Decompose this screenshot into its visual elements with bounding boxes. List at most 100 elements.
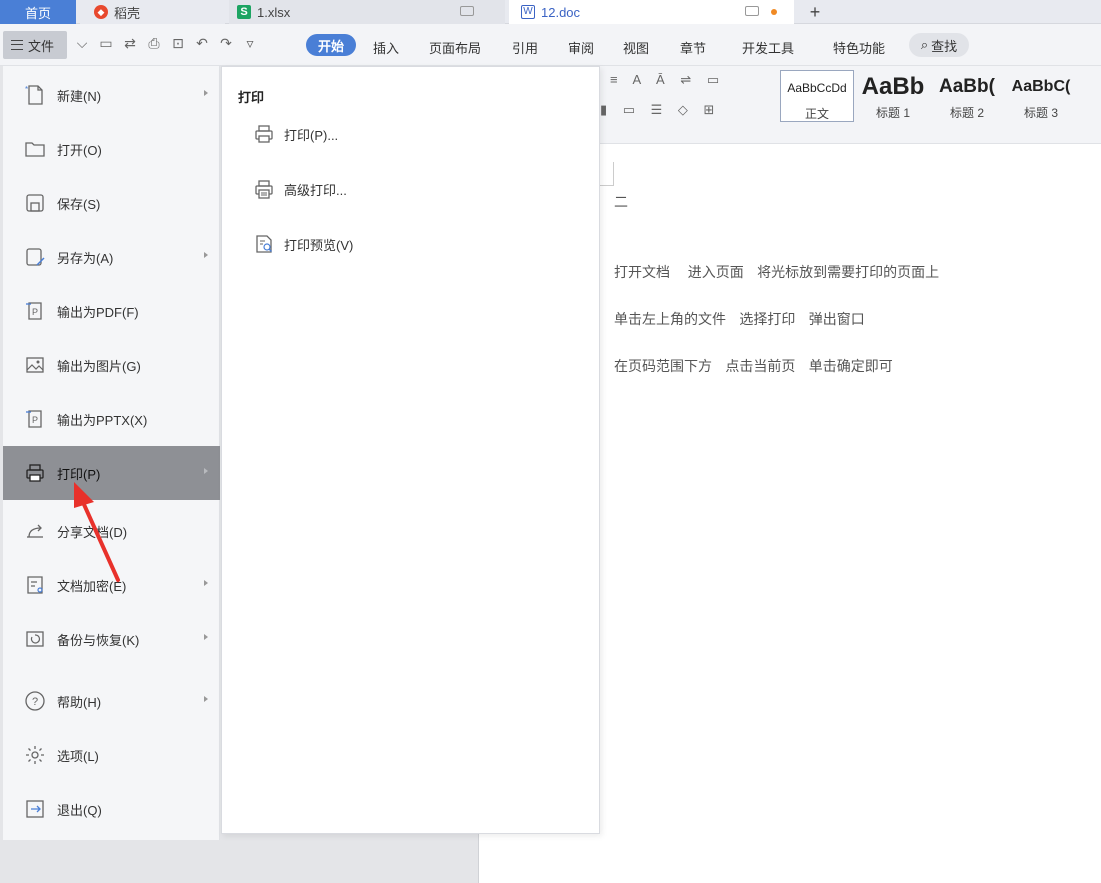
tab-doc-label: 12.doc: [541, 4, 581, 20]
chevron-right-icon: [204, 634, 208, 640]
style-normal-label: 正文: [804, 107, 829, 121]
doc-line-1: 打开文档 进入页面 将光标放到需要打印的页面上: [614, 265, 940, 281]
svg-text:P: P: [32, 415, 38, 425]
monitor-icon[interactable]: [460, 6, 474, 16]
printer-icon: [252, 122, 276, 146]
tab-sections[interactable]: 章节: [680, 38, 706, 57]
save-icon[interactable]: ▭: [98, 35, 114, 51]
redo-icon[interactable]: ↷: [218, 35, 234, 51]
menu-item-export-image[interactable]: 输出为图片(G): [3, 338, 220, 392]
search-icon: ⌕: [920, 37, 929, 52]
menu-item-label: 保存(S): [57, 196, 101, 212]
file-menu-button[interactable]: 文件: [3, 31, 67, 59]
file-menu-label: 文件: [28, 38, 55, 54]
doc-heading: 二: [614, 195, 628, 211]
help-icon: ?: [23, 689, 47, 713]
style-h1-preview: AaBb: [861, 73, 925, 100]
menu-item-label: 输出为图片(G): [57, 358, 141, 374]
gear-icon: [23, 743, 47, 767]
undo-icon[interactable]: ↶: [194, 35, 210, 51]
encrypt-icon: [23, 573, 47, 597]
tab-xlsx[interactable]: S 1.xlsx: [229, 0, 505, 24]
page-margin-marker: [600, 162, 614, 186]
tab-home[interactable]: 首页: [0, 0, 76, 24]
printer-icon: [23, 461, 47, 485]
menu-item-options[interactable]: 选项(L): [3, 728, 220, 782]
export-icon[interactable]: ⇄: [122, 35, 138, 51]
chevron-right-icon: [204, 696, 208, 702]
chevron-down-icon[interactable]: ⌵: [74, 35, 90, 51]
menu-item-label: 新建(N): [57, 88, 102, 104]
style-h3-preview: AaBbC(: [1011, 78, 1071, 95]
menu-item-label: 另存为(A): [57, 250, 114, 266]
print-submenu-title: 打印: [238, 90, 265, 105]
export-pdf-icon: P: [23, 299, 47, 323]
style-normal[interactable]: AaBbCcDd 正文: [780, 70, 854, 122]
document-tab-bar: 首页 ◆ 稻壳 S 1.xlsx W 12.doc +: [0, 0, 1101, 24]
ribbon-paragraph-styles: ≡ A Ā ⇌ ▭ ▮ ▭ ☰ ◇ ⊞ AaBbCcDd 正文 AaBb 标题 …: [596, 66, 1101, 144]
tab-start[interactable]: 开始: [306, 34, 356, 56]
paragraph-tools-row1[interactable]: ≡ A Ā ⇌ ▭: [610, 72, 725, 88]
menu-item-save-as[interactable]: 另存为(A): [3, 230, 220, 284]
export-image-icon: [23, 353, 47, 377]
chevron-right-icon: [204, 468, 208, 474]
search-button[interactable]: ⌕ 查找: [909, 33, 969, 57]
save-icon: [23, 191, 47, 215]
menu-item-backup[interactable]: 备份与恢复(K): [3, 612, 220, 666]
file-menu-panel: * 新建(N) 打开(O) 保存(S) 另存为(A) P 输出为PDF(F) 输…: [3, 66, 220, 840]
print-icon[interactable]: ⎙: [146, 35, 162, 51]
menu-item-new[interactable]: * 新建(N): [3, 68, 220, 122]
tab-page-layout[interactable]: 页面布局: [429, 38, 481, 57]
paragraph-tools-row2[interactable]: ▮ ▭ ☰ ◇ ⊞: [600, 102, 720, 118]
daoke-logo-icon: ◆: [94, 5, 108, 19]
advanced-print-button[interactable]: 高级打印...: [252, 174, 347, 204]
svg-text:?: ?: [32, 696, 38, 708]
menu-item-save[interactable]: 保存(S): [3, 176, 220, 230]
menu-item-label: 备份与恢复(K): [57, 632, 140, 648]
print-label: 打印(P)...: [284, 127, 339, 143]
tab-view[interactable]: 视图: [623, 38, 649, 57]
customize-icon[interactable]: ▿: [242, 35, 258, 51]
style-h3-label: 标题 3: [1023, 106, 1058, 120]
tab-daoke[interactable]: ◆ 稻壳: [80, 0, 225, 24]
menu-item-label: 输出为PDF(F): [57, 304, 139, 320]
print-submenu-panel: 打印 打印(P)... 高级打印... 打印预览(V): [221, 66, 600, 834]
svg-text:P: P: [32, 307, 38, 317]
hamburger-icon: [11, 40, 23, 50]
tab-insert[interactable]: 插入: [373, 38, 399, 57]
tab-developer[interactable]: 开发工具: [742, 38, 794, 57]
export-pptx-icon: P: [23, 407, 47, 431]
tab-daoke-label: 稻壳: [114, 5, 141, 21]
monitor-icon[interactable]: [745, 6, 759, 16]
menu-item-exit[interactable]: 退出(Q): [3, 782, 220, 836]
style-h1-label: 标题 1: [875, 106, 910, 120]
menu-item-label: 帮助(H): [57, 694, 102, 710]
new-tab-button[interactable]: +: [800, 0, 830, 24]
menu-item-help[interactable]: ? 帮助(H): [3, 674, 220, 728]
search-label: 查找: [931, 38, 958, 54]
tab-review[interactable]: 审阅: [568, 38, 594, 57]
menu-item-export-pptx[interactable]: P 输出为PPTX(X): [3, 392, 220, 446]
print-preview-button[interactable]: 打印预览(V): [252, 229, 353, 259]
print-button[interactable]: 打印(P)...: [252, 119, 338, 149]
menu-item-open[interactable]: 打开(O): [3, 122, 220, 176]
chevron-right-icon: [204, 90, 208, 96]
tab-home-label: 首页: [24, 5, 51, 21]
svg-text:*: *: [25, 85, 28, 94]
tab-doc[interactable]: W 12.doc: [509, 0, 794, 24]
style-heading-1[interactable]: AaBb 标题 1: [856, 70, 930, 122]
menu-item-export-pdf[interactable]: P 输出为PDF(F): [3, 284, 220, 338]
advanced-print-label: 高级打印...: [284, 182, 347, 198]
style-h2-preview: AaBb(: [939, 76, 995, 97]
style-heading-2[interactable]: AaBb( 标题 2: [930, 70, 1004, 122]
folder-icon: [23, 137, 47, 161]
tab-references[interactable]: 引用: [512, 38, 538, 57]
advanced-print-icon: [252, 177, 276, 201]
style-gallery: AaBbCcDd 正文 AaBb 标题 1 AaBb( 标题 2 AaBbC( …: [780, 70, 1100, 126]
chevron-right-icon: [204, 580, 208, 586]
style-heading-3[interactable]: AaBbC( 标题 3: [1004, 70, 1078, 122]
menu-item-label: 输出为PPTX(X): [57, 412, 148, 428]
tab-features[interactable]: 特色功能: [833, 38, 885, 57]
print-preview-icon[interactable]: ⊡: [170, 35, 186, 51]
word-doc-icon: W: [521, 5, 535, 19]
